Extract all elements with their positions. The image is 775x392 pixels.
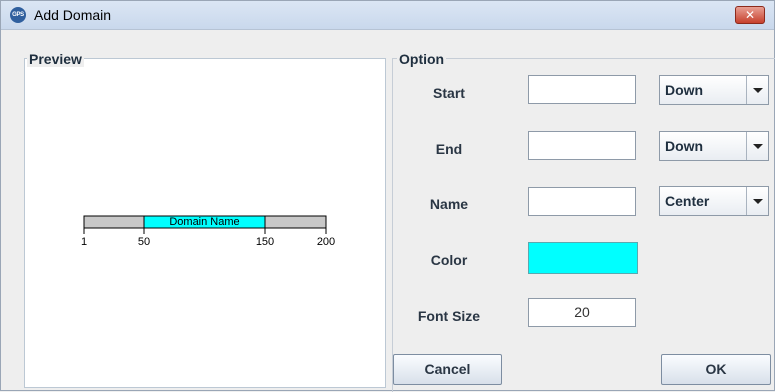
end-label: End <box>435 141 463 157</box>
ok-button[interactable]: OK <box>661 354 771 385</box>
tick-label: 50 <box>138 236 150 248</box>
close-button[interactable]: ✕ <box>735 6 765 24</box>
chevron-down-icon[interactable] <box>746 187 768 215</box>
name-position-select[interactable]: Center <box>659 186 769 216</box>
chevron-down-icon[interactable] <box>746 132 768 160</box>
name-label: Name <box>429 196 469 212</box>
option-panel <box>392 58 775 392</box>
tick-label: 150 <box>256 236 274 248</box>
color-label: Color <box>430 252 468 268</box>
start-position-select[interactable]: Down <box>659 75 769 105</box>
chevron-down-icon[interactable] <box>746 76 768 104</box>
end-position-select[interactable]: Down <box>659 131 769 161</box>
domain-name-label: Domain Name <box>169 216 239 228</box>
tick-label: 200 <box>317 236 335 248</box>
color-picker-swatch[interactable] <box>528 242 638 274</box>
font-size-field[interactable]: 20 <box>528 298 636 327</box>
end-field[interactable] <box>528 131 636 160</box>
start-position-value: Down <box>665 82 704 98</box>
title-bar[interactable]: GPS Add Domain ✕ <box>1 1 774 30</box>
start-label: Start <box>433 85 465 101</box>
domain-preview: Domain Name 1 50 150 200 <box>81 215 335 248</box>
preview-panel: Domain Name 1 50 150 200 <box>24 58 386 388</box>
name-position-value: Center <box>665 193 710 209</box>
add-domain-dialog: GPS Add Domain ✕ Domain Name 1 50 150 20… <box>0 0 775 392</box>
cancel-button[interactable]: Cancel <box>393 354 502 385</box>
preview-group-title: Preview <box>27 51 84 67</box>
window-title: Add Domain <box>34 7 112 23</box>
end-position-value: Down <box>665 138 704 154</box>
font-size-label: Font Size <box>417 308 481 324</box>
start-field[interactable] <box>528 75 636 104</box>
option-group-title: Option <box>397 51 447 67</box>
app-logo-icon: GPS <box>10 7 26 23</box>
tick-label: 1 <box>81 236 87 248</box>
name-field[interactable] <box>528 187 636 216</box>
